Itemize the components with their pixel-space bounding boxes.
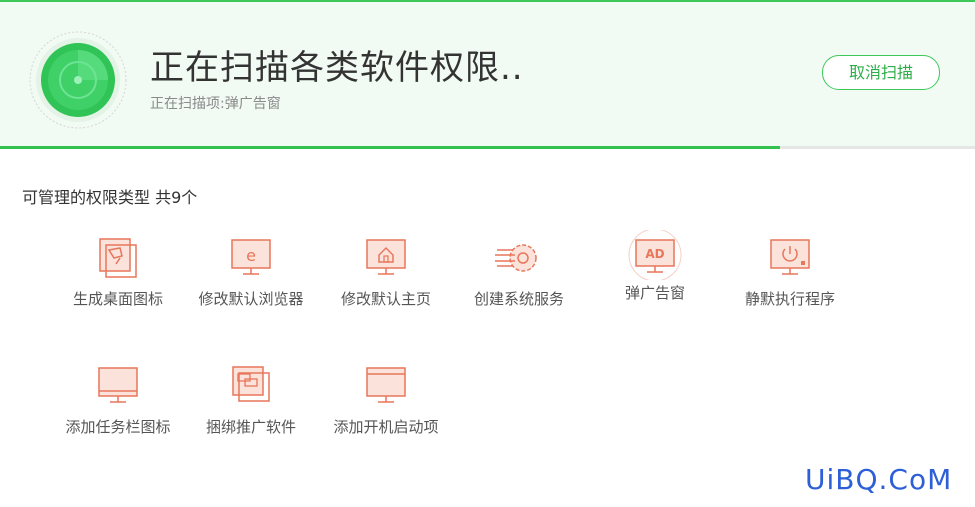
permission-label: 添加开机启动项	[333, 418, 439, 436]
cancel-scan-button[interactable]: 取消扫描	[822, 55, 940, 90]
permission-label: 修改默认主页	[340, 290, 431, 308]
browser-e-monitor-icon: e	[231, 239, 271, 275]
scan-current-item: 正在扫描项:弹广告窗	[150, 96, 281, 112]
permission-item[interactable]: 添加开机启动项	[321, 364, 451, 454]
svg-text:AD: AD	[645, 247, 664, 261]
permission-label: 创建系统服务	[473, 290, 564, 308]
permission-item[interactable]: 捆绑推广软件	[186, 364, 316, 454]
scan-progress-fill	[0, 146, 780, 149]
scan-title: 正在扫描各类软件权限..	[150, 48, 524, 88]
permission-item[interactable]: AD 弹广告窗	[590, 230, 720, 326]
scan-progress-bar	[0, 146, 975, 149]
permission-item[interactable]: 添加任务栏图标	[53, 364, 183, 454]
permission-item[interactable]: 生成桌面图标	[53, 236, 183, 326]
section-title: 可管理的权限类型 共9个	[22, 188, 198, 207]
svg-text:e: e	[246, 246, 256, 265]
permission-label: 修改默认浏览器	[198, 290, 304, 308]
desktop-icon-file-icon	[99, 238, 137, 278]
permission-label: 捆绑推广软件	[205, 418, 296, 436]
startup-monitor-icon	[366, 367, 406, 403]
permission-item[interactable]: 修改默认主页	[321, 236, 451, 326]
site-watermark: UiBQ.CoM	[805, 463, 953, 496]
bundle-software-icon	[232, 366, 270, 402]
permission-label: 添加任务栏图标	[65, 418, 171, 436]
permission-label: 生成桌面图标	[72, 290, 163, 308]
taskbar-monitor-icon	[98, 367, 138, 403]
radar-scan-icon	[29, 31, 127, 129]
system-service-gear-icon	[495, 244, 537, 272]
permission-item[interactable]: 创建系统服务	[454, 236, 584, 326]
home-monitor-icon	[366, 239, 406, 275]
permission-label: 弹广告窗	[624, 284, 685, 302]
power-monitor-icon	[770, 239, 810, 275]
ad-monitor-icon: AD	[628, 230, 682, 280]
permission-label: 静默执行程序	[744, 290, 835, 308]
scan-header: 正在扫描各类软件权限.. 正在扫描项:弹广告窗 取消扫描	[0, 2, 975, 146]
permission-item[interactable]: 静默执行程序	[725, 236, 855, 326]
permission-item[interactable]: e 修改默认浏览器	[186, 236, 316, 326]
